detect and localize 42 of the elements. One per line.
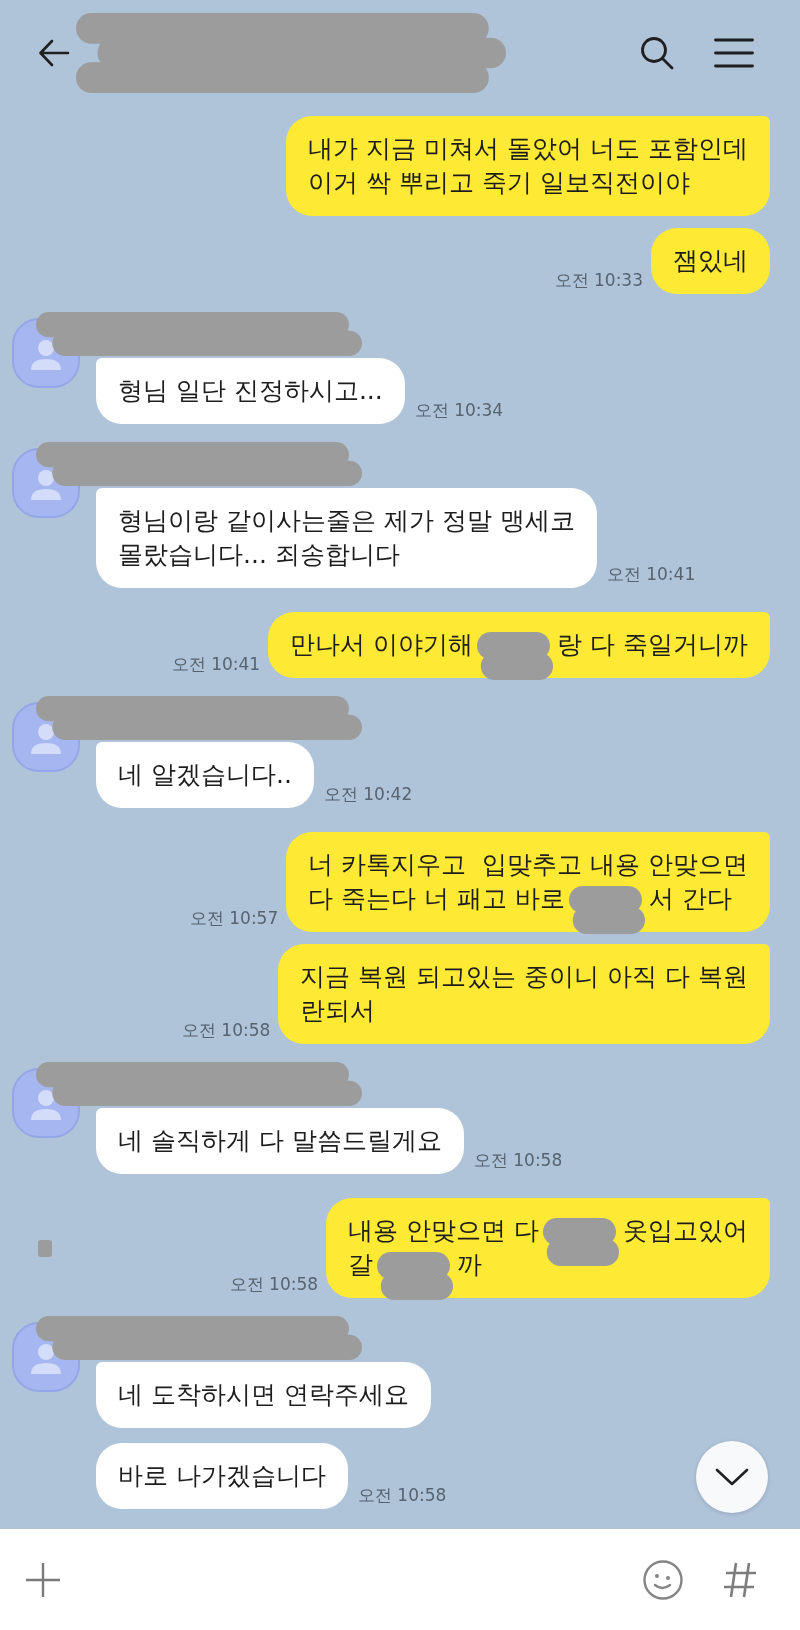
message-text: 형님 일단 진정하시고... xyxy=(118,376,383,405)
search-icon xyxy=(640,35,674,70)
message-text: 다 죽는다 너 패고 바로 xyxy=(308,884,566,913)
menu-icon xyxy=(714,37,754,68)
back-button[interactable] xyxy=(38,38,70,67)
message-time: 오전 10:41 xyxy=(606,563,696,586)
message-time: 오전 10:58 xyxy=(473,1149,563,1172)
message-time: 오전 10:57 xyxy=(189,907,279,930)
smiley-icon xyxy=(643,1559,683,1600)
message-text: 옷입고있어 xyxy=(623,1216,748,1245)
message-text: 형님이랑 같이사는줄은 제가 정말 맹세코 몰랐습니다... 죄송합니다 xyxy=(118,506,575,569)
chevron-down-icon xyxy=(715,1468,749,1486)
message-text: 내용 안맞으면 다 xyxy=(348,1216,539,1245)
message-text: 잼있네 xyxy=(673,246,748,275)
search-button[interactable] xyxy=(640,35,674,70)
message-text: 네 도착하시면 연락주세요 xyxy=(118,1380,409,1409)
message-text: 서 간다 xyxy=(649,884,732,913)
message-text: 네 솔직하게 다 말씀드릴게요 xyxy=(118,1126,442,1155)
message-time: 오전 10:33 xyxy=(554,269,643,292)
message-time: 오전 10:34 xyxy=(414,399,504,422)
message-time: 오전 10:58 xyxy=(229,1273,319,1296)
message-text: 랑 다 죽일거니까 xyxy=(557,630,748,659)
scroll-down-button[interactable] xyxy=(696,1441,768,1513)
message-text: 내가 지금 미쳐서 돌았어 너도 포함인데 이거 싹 뿌리고 죽기 일보직전이야 xyxy=(308,134,748,197)
message-text: 바로 나가겠습니다 xyxy=(118,1461,326,1490)
menu-button[interactable] xyxy=(714,37,754,68)
message-text: 네 알겠습니다.. xyxy=(118,760,292,789)
message-time: 오전 10:42 xyxy=(323,783,413,806)
hash-icon xyxy=(723,1561,757,1598)
back-arrow-icon xyxy=(38,38,70,67)
message-time: 오전 10:58 xyxy=(357,1484,447,1507)
message-time: 오전 10:41 xyxy=(171,653,261,676)
message-text: 지금 복원 되고있는 중이니 아직 다 복원 란되서 xyxy=(300,962,748,1025)
hashtag-button[interactable] xyxy=(723,1561,757,1598)
emoticon-button[interactable] xyxy=(643,1559,683,1600)
message-text: 만나서 이야기해 xyxy=(290,630,474,659)
attach-button[interactable] xyxy=(25,1561,61,1598)
message-time: 오전 10:58 xyxy=(181,1019,271,1042)
message-text: 너 카톡지우고 입맞추고 내용 안맞으면 xyxy=(308,850,748,879)
message-text: 까 xyxy=(457,1250,483,1279)
message-text: 갈 xyxy=(348,1250,374,1279)
plus-icon xyxy=(25,1561,61,1598)
